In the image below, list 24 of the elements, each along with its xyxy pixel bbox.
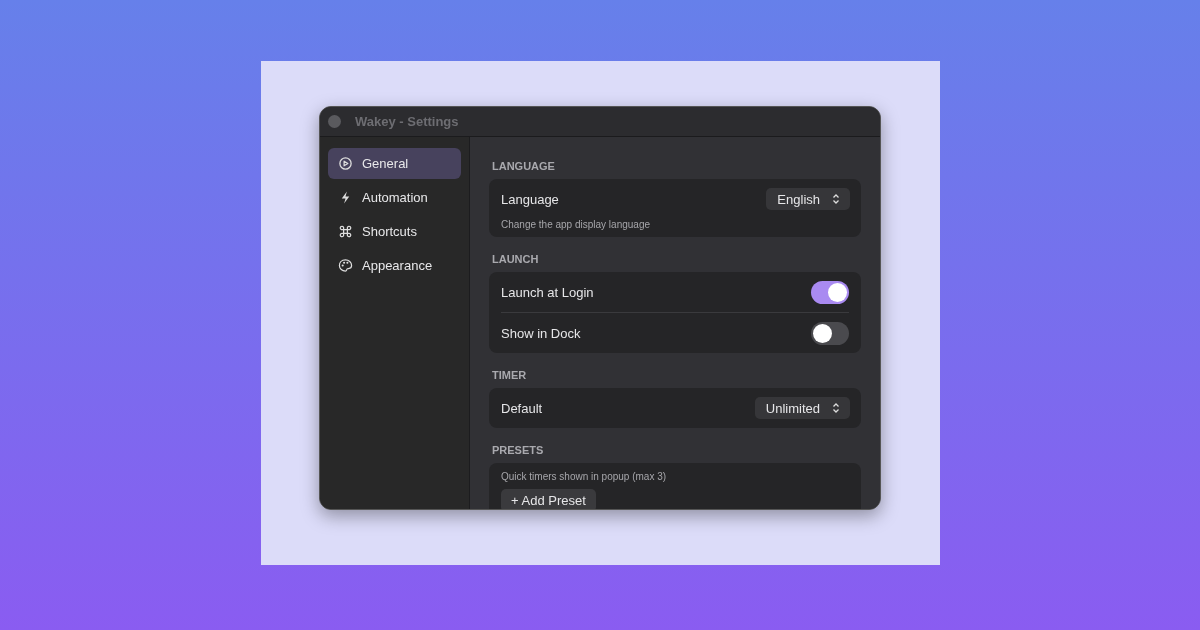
setting-label: Language <box>501 191 559 207</box>
sidebar-item[interactable]: Appearance <box>328 250 461 281</box>
window-title: Wakey - Settings <box>355 114 459 129</box>
section-heading: LANGUAGE <box>492 160 556 172</box>
section-heading: LAUNCH <box>492 253 540 265</box>
section-heading: PRESETS <box>492 444 545 456</box>
popup-button[interactable]: English <box>766 188 850 210</box>
palette-icon <box>338 258 353 273</box>
command-key-icon <box>338 224 353 239</box>
section-heading: TIMER <box>492 369 528 381</box>
hint-text: Change the app display language <box>501 219 651 232</box>
setting-label: Launch at Login <box>501 284 594 300</box>
popup-button[interactable]: Unlimited <box>754 397 850 419</box>
toggle-switch[interactable] <box>811 280 849 304</box>
setting-label: Show in Dock <box>501 325 581 341</box>
chevron-up-down-icon <box>832 402 840 414</box>
sidebar-item[interactable]: Shortcuts <box>328 216 461 247</box>
toggle-switch[interactable] <box>811 321 849 345</box>
add-preset-button[interactable]: + Add Preset <box>501 489 596 509</box>
sidebar-item[interactable]: Automation <box>328 182 461 213</box>
hint-text: Quick timers shown in popup (max 3) <box>501 470 668 484</box>
sidebar-item[interactable]: General <box>328 148 461 179</box>
chevron-up-down-icon <box>832 193 840 205</box>
setting-label: Default <box>501 400 543 416</box>
